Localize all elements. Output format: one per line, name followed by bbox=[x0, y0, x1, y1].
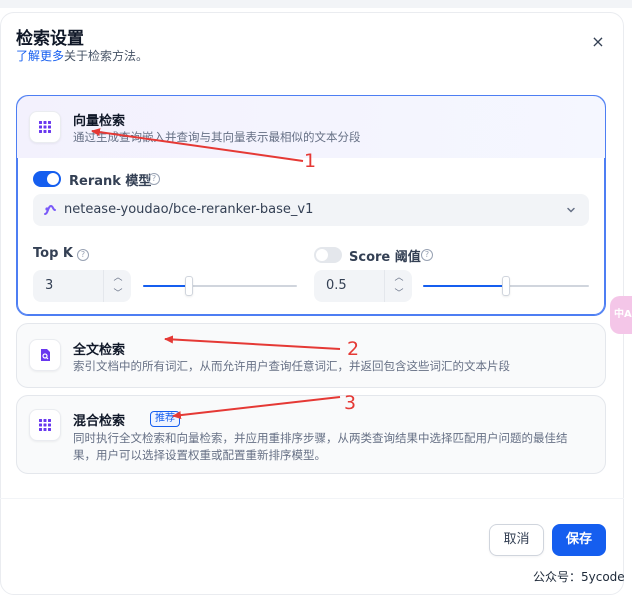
vector-search-card[interactable]: 向量检索 通过生成查询嵌入并查询与其向量表示最相似的文本分段 Rerank 模型… bbox=[16, 95, 606, 316]
hybrid-search-title: 混合检索 bbox=[73, 414, 126, 429]
top-k-help-icon[interactable]: ? bbox=[77, 249, 89, 261]
score-threshold-toggle[interactable] bbox=[314, 247, 342, 263]
watermark-text: 公众号：5ycode bbox=[533, 570, 625, 584]
score-threshold-value: 0.5 bbox=[326, 278, 347, 293]
close-icon[interactable]: × bbox=[588, 32, 608, 52]
increment-icon[interactable]: ︿ bbox=[385, 270, 413, 286]
rerank-toggle[interactable] bbox=[33, 171, 61, 187]
rerank-label: Rerank 模型 bbox=[69, 174, 152, 189]
fulltext-search-card[interactable]: 全文检索 索引文档中的所有词汇，从而允许用户查询任意词汇，并返回包含这些词汇的文… bbox=[16, 323, 606, 388]
vector-search-description: 通过生成查询嵌入并查询与其向量表示最相似的文本分段 bbox=[73, 130, 361, 144]
rerank-model-select[interactable]: netease-youdao/bce-reranker-base_v1 bbox=[33, 194, 589, 226]
annotation-number-1: 1 bbox=[304, 150, 317, 172]
footer-divider bbox=[0, 498, 624, 499]
document-search-icon bbox=[29, 339, 61, 371]
top-k-value: 3 bbox=[45, 278, 54, 293]
vector-search-title: 向量检索 bbox=[73, 114, 126, 129]
score-threshold-label: Score 阈值 bbox=[349, 250, 421, 265]
subtitle-text: 关于检索方法。 bbox=[64, 49, 149, 63]
score-help-icon[interactable]: ? bbox=[421, 249, 433, 261]
cancel-button[interactable]: 取消 bbox=[489, 524, 544, 556]
fulltext-search-description: 索引文档中的所有词汇，从而允许用户查询任意词汇，并返回包含这些词汇的文本片段 bbox=[73, 359, 510, 373]
score-threshold-slider[interactable] bbox=[423, 276, 589, 296]
annotation-number-3: 3 bbox=[344, 392, 357, 414]
rerank-help-icon[interactable]: ? bbox=[148, 173, 160, 185]
hybrid-search-description-line1: 同时执行全文检索和向量检索，并应用重排序步骤，从两类查询结果中选择匹配用户问题的… bbox=[73, 431, 568, 445]
decrement-icon[interactable]: ﹀ bbox=[385, 286, 413, 302]
dialog-title: 检索设置 bbox=[16, 29, 84, 49]
hybrid-search-description-line2: 果，用户可以选择设置权重或配置重新排序模型。 bbox=[73, 448, 326, 462]
score-threshold-input[interactable]: 0.5 ︿ ﹀ bbox=[314, 270, 412, 302]
dialog-subtitle: 了解更多关于检索方法。 bbox=[16, 47, 148, 64]
chevron-down-icon bbox=[567, 207, 575, 213]
annotation-number-2: 2 bbox=[347, 338, 360, 360]
slider-handle[interactable] bbox=[502, 276, 510, 296]
learn-more-link[interactable]: 了解更多 bbox=[16, 49, 64, 63]
hybrid-search-card[interactable]: 混合检索 推荐 同时执行全文检索和向量检索，并应用重排序步骤，从两类查询结果中选… bbox=[16, 395, 606, 474]
top-k-stepper[interactable]: ︿ ﹀ bbox=[103, 270, 131, 302]
decrement-icon[interactable]: ﹀ bbox=[104, 286, 132, 302]
translate-side-tab[interactable]: 中A bbox=[610, 296, 632, 334]
slider-handle[interactable] bbox=[185, 276, 193, 296]
rerank-model-value: netease-youdao/bce-reranker-base_v1 bbox=[64, 202, 314, 217]
recommended-badge: 推荐 bbox=[150, 411, 180, 427]
model-provider-icon bbox=[44, 204, 56, 215]
top-k-input[interactable]: 3 ︿ ﹀ bbox=[33, 270, 131, 302]
hybrid-search-icon bbox=[29, 409, 61, 441]
save-button[interactable]: 保存 bbox=[552, 524, 606, 556]
top-k-label: Top K bbox=[33, 246, 73, 261]
fulltext-search-title: 全文检索 bbox=[73, 343, 126, 358]
increment-icon[interactable]: ︿ bbox=[104, 270, 132, 286]
score-stepper[interactable]: ︿ ﹀ bbox=[384, 270, 412, 302]
top-k-slider[interactable] bbox=[143, 276, 297, 296]
top-background-strip bbox=[0, 0, 632, 8]
vector-search-icon bbox=[29, 111, 61, 143]
